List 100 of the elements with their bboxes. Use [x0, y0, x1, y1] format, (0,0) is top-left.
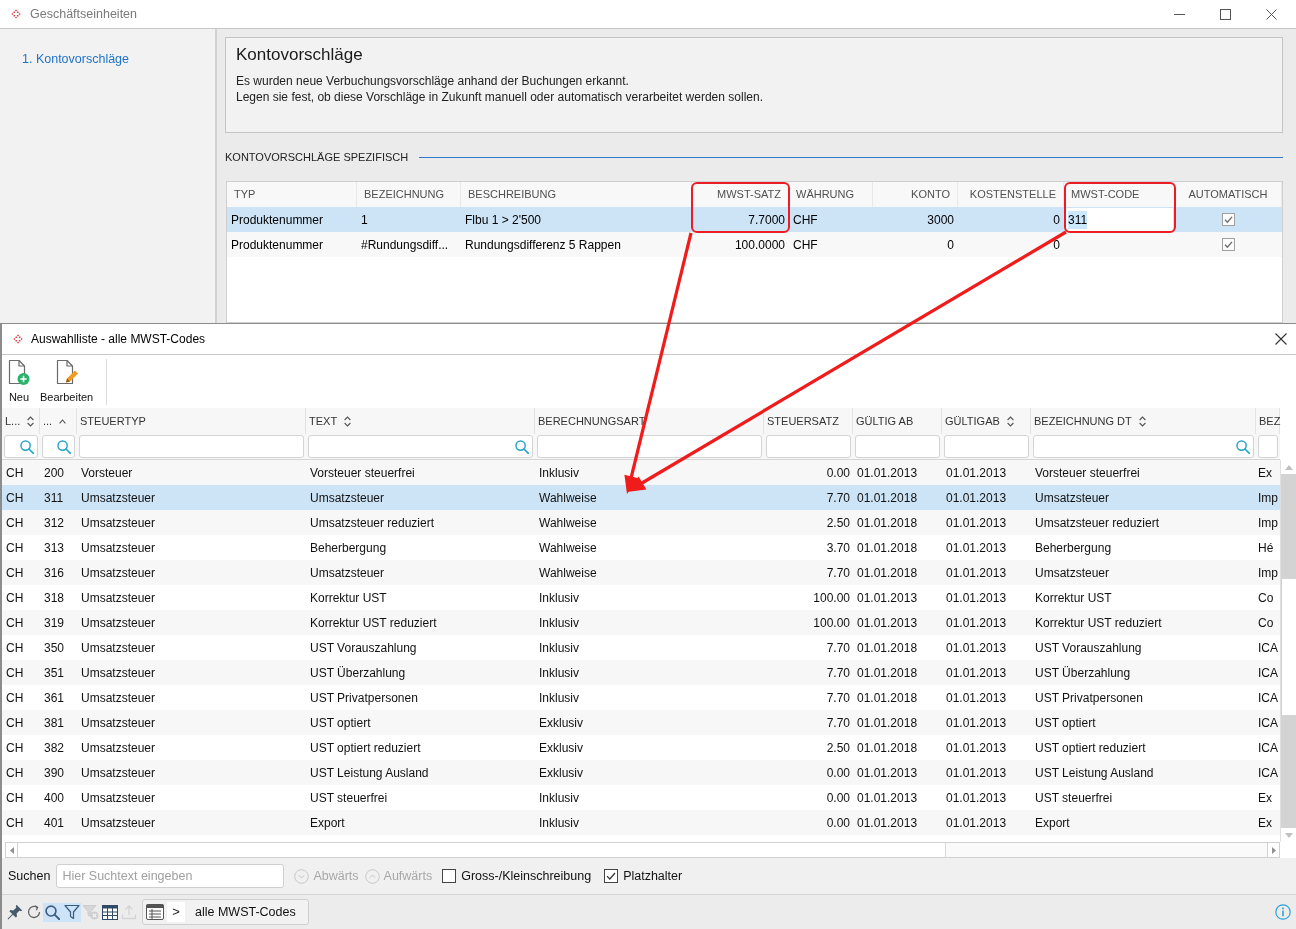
- checkbox-label[interactable]: Platzhalter: [623, 866, 683, 886]
- table-row[interactable]: CH 311 Umsatzsteuer Umsatzsteuer Wahlweise 7.70 01.01.2018 01.01.2013 Umsatzsteuer Imp: [2, 485, 1280, 510]
- table-cell-text: 200: [44, 464, 65, 482]
- table-cell-text: Umsatzsteuer: [81, 639, 156, 657]
- table-cell-text: Umsatzsteuer reduziert: [1035, 514, 1160, 532]
- table-row[interactable]: CH 351 Umsatzsteuer UST Überzahlung Inklusiv 7.70 01.01.2018 01.01.2013 UST Überzahlung ICA: [2, 660, 1280, 685]
- table-row[interactable]: Produktenummer #Rundungsdiff... Rundungsdifferenz 5 Rappen 100.0000 CHF 0 0: [227, 232, 1282, 257]
- table-cell-text: Umsatzsteuer: [1035, 564, 1110, 582]
- table-cell-text: UST steuerfrei: [310, 789, 388, 807]
- table-cell-text: Ex: [1258, 789, 1272, 807]
- checkbox-label[interactable]: Gross-/Kleinschreibung: [461, 866, 592, 886]
- table-row[interactable]: CH 381 Umsatzsteuer UST optiert Exklusiv 7.70 01.01.2018 01.01.2013 UST optiert ICA: [2, 710, 1280, 735]
- scroll-down-icon[interactable]: [1284, 832, 1293, 838]
- table-row[interactable]: CH 390 Umsatzsteuer UST Leistung Ausland Exklusiv 0.00 01.01.2013 01.01.2013 UST Leistung Ausland ICA: [2, 760, 1280, 785]
- scroll-left-icon[interactable]: [9, 846, 14, 854]
- table-row[interactable]: CH 401 Umsatzsteuer Export Inklusiv 0.00 01.01.2013 01.01.2013 Export Ex: [2, 810, 1280, 835]
- table-cell-text: Exklusiv: [539, 714, 583, 732]
- pin-button[interactable]: [5, 902, 24, 922]
- table-cell-text: 01.01.2013: [857, 464, 918, 482]
- column-header[interactable]: ...: [40, 408, 77, 434]
- table-cell-text: ICA: [1258, 639, 1278, 657]
- toolbar-button[interactable]: Bearbeiten: [38, 359, 96, 404]
- table-cell-text: 01.01.2013: [946, 739, 1007, 757]
- breadcrumb-item[interactable]: alle MWST-Codes: [195, 902, 296, 922]
- table-cell-text: Ex: [1258, 814, 1272, 832]
- columns-button[interactable]: [100, 902, 119, 922]
- table-cell-text: 0.00: [826, 464, 850, 482]
- table-row[interactable]: CH 319 Umsatzsteuer Korrektur UST reduziert Inklusiv 100.00 01.01.2013 01.01.2013 Korrektur UST reduziert Co: [2, 610, 1280, 635]
- filter-field[interactable]: [944, 435, 1029, 458]
- table-cell-text: UST steuerfrei: [1035, 789, 1113, 807]
- checkbox[interactable]: [604, 869, 619, 883]
- checkbox[interactable]: [1222, 238, 1235, 251]
- sort-icon[interactable]: [27, 415, 35, 427]
- table-cell-text: Umsatzsteuer: [81, 814, 156, 832]
- table-cell-text: 3000: [927, 211, 954, 229]
- filter-field[interactable]: [4, 435, 38, 458]
- table-cell-text: 01.01.2018: [857, 489, 918, 507]
- filter-button[interactable]: [62, 902, 81, 922]
- filter-field[interactable]: [1033, 435, 1254, 458]
- column-header[interactable]: BEZ: [1256, 408, 1280, 434]
- table-row[interactable]: CH 316 Umsatzsteuer Umsatzsteuer Wahlweise 7.70 01.01.2018 01.01.2013 Umsatzsteuer Imp: [2, 560, 1280, 585]
- table-cell-text: Korrektur UST: [1035, 589, 1112, 607]
- table-cell-text: Exklusiv: [539, 739, 583, 757]
- sort-icon[interactable]: [344, 415, 352, 427]
- checkbox[interactable]: [442, 869, 457, 883]
- filter-field[interactable]: [79, 435, 304, 458]
- table-cell-text: 01.01.2013: [946, 689, 1007, 707]
- filter-field[interactable]: [537, 435, 762, 458]
- table-cell-text: Inklusiv: [539, 639, 579, 657]
- table-cell-text: 01.01.2013: [946, 614, 1007, 632]
- edit-document-icon: [54, 359, 79, 386]
- app-logo-icon: [10, 8, 22, 20]
- table-row[interactable]: CH 312 Umsatzsteuer Umsatzsteuer reduziert Wahlweise 2.50 01.01.2018 01.01.2013 Umsatzsteuer reduziert Imp: [2, 510, 1280, 535]
- breadcrumb-separator[interactable]: >: [167, 902, 185, 922]
- table-cell-text: Umsatzsteuer: [310, 489, 385, 507]
- table-cell-text: 01.01.2018: [857, 564, 918, 582]
- cell-input[interactable]: 311: [1066, 208, 1173, 231]
- search-icon: [20, 439, 34, 454]
- table-cell-text: 01.01.2013: [857, 814, 918, 832]
- scroll-up-icon[interactable]: [1284, 464, 1293, 470]
- table-cell-text: ICA: [1258, 714, 1278, 732]
- minimize-icon: [1173, 13, 1185, 15]
- search-button[interactable]: [43, 902, 62, 922]
- sidebar-item[interactable]: 1. Kontovorschläge: [22, 51, 129, 67]
- column-header[interactable]: L...: [2, 408, 40, 434]
- sort-icon[interactable]: [1138, 415, 1146, 427]
- table-cell-text: 382: [44, 739, 65, 757]
- table-cell-text: 7.70: [826, 689, 850, 707]
- column-header[interactable]: STEUERTYP: [77, 408, 306, 434]
- table-cell-text: CH: [6, 814, 24, 832]
- table-row[interactable]: CH 200 Vorsteuer Vorsteuer steuerfrei Inklusiv 0.00 01.01.2013 01.01.2013 Vorsteuer steuerfrei Ex: [2, 460, 1280, 485]
- table-cell-text: Umsatzsteuer: [81, 714, 156, 732]
- search-input[interactable]: Hier Suchtext eingeben: [56, 864, 285, 888]
- column-header[interactable]: GÜLTIG AB: [853, 408, 942, 434]
- checkbox[interactable]: [1222, 213, 1235, 226]
- table-cell-text: 01.01.2018: [857, 539, 918, 557]
- info-icon[interactable]: [1275, 904, 1291, 920]
- table-cell-text: Korrektur UST reduziert: [310, 614, 437, 632]
- table-icon[interactable]: [146, 904, 164, 920]
- horizontal-scrollbar[interactable]: [5, 842, 1280, 858]
- column-header[interactable]: STEUERSATZ: [764, 408, 853, 434]
- filter-field[interactable]: [766, 435, 851, 458]
- sort-icon[interactable]: [1006, 415, 1014, 427]
- filter-field[interactable]: [308, 435, 533, 458]
- toolbar-button[interactable]: Neu: [5, 359, 33, 404]
- column-header[interactable]: GÜLTIGAB: [942, 408, 1031, 434]
- filter-field[interactable]: [1258, 435, 1278, 458]
- scroll-right-icon[interactable]: [1271, 846, 1276, 854]
- dialog-title: Auswahlliste - alle MWST-Codes: [31, 331, 206, 347]
- table-cell-text: UST Privatpersonen: [310, 689, 418, 707]
- panel-title: Kontovorschläge: [236, 45, 364, 65]
- column-header[interactable]: BEZEICHNUNG DT: [1031, 408, 1256, 434]
- app-logo-icon: [12, 333, 24, 345]
- filter-field[interactable]: [42, 435, 75, 458]
- filter-field[interactable]: [855, 435, 940, 458]
- table-row[interactable]: Produktenummer 1 Flbu 1 > 2'500 7.7000 CHF 3000 0 311: [227, 207, 1282, 232]
- column-header[interactable]: TEXT: [306, 408, 535, 434]
- sort-ascending-icon[interactable]: [59, 418, 67, 424]
- table-cell-text: 01.01.2018: [857, 664, 918, 682]
- table-cell-text: 01.01.2013: [946, 714, 1007, 732]
